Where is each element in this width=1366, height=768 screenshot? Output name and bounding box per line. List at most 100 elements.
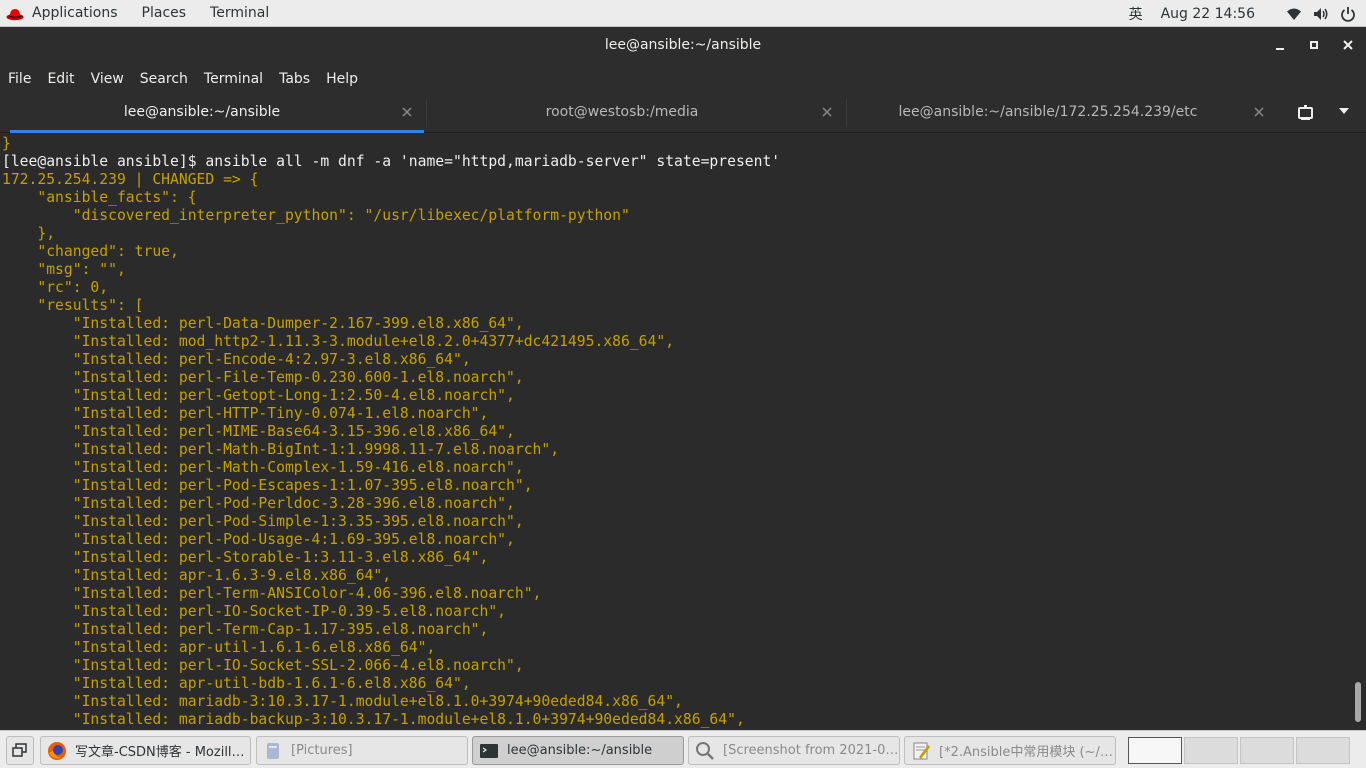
scrollbar-thumb[interactable] (1355, 682, 1361, 722)
menu-search[interactable]: Search (140, 71, 188, 87)
terminal-line: "Installed: perl-Math-BigInt-1:1.9998.11… (2, 441, 560, 458)
image-viewer-icon (696, 741, 714, 760)
minimize-button[interactable] (1272, 37, 1288, 53)
terminal-line: "Installed: mariadb-3:10.3.17-1.module+e… (2, 693, 683, 710)
taskbar-pictures[interactable]: [Pictures] (256, 736, 468, 765)
terminal-scrollbar[interactable] (1353, 133, 1363, 730)
terminal-line: "Installed: perl-Math-Complex-1.59-416.e… (2, 459, 524, 476)
taskbar-label: [Pictures] (291, 743, 353, 758)
taskbar-text-editor[interactable]: [*2.Ansible中常用模块 (~/D... (904, 736, 1116, 765)
minimize-icon (1276, 48, 1284, 50)
applications-menu[interactable]: Applications (0, 0, 142, 27)
terminal-app-menu[interactable]: Terminal (210, 0, 269, 27)
volume-icon[interactable] (1313, 6, 1329, 22)
window-title: lee@ansible:~/ansible (604, 37, 762, 53)
input-method-indicator[interactable]: 英 (1129, 4, 1143, 24)
terminal-line: "Installed: perl-Pod-Simple-1:3.35-395.e… (2, 513, 524, 530)
tab-separator (846, 99, 847, 127)
tab-separator (426, 99, 427, 127)
terminal-line: "Installed: perl-Encode-4:2.97-3.el8.x86… (2, 351, 471, 368)
terminal-line: "discovered_interpreter_python": "/usr/l… (2, 207, 630, 224)
terminal-line: "Installed: perl-File-Temp-0.230.600-1.e… (2, 369, 524, 386)
tab-list-dropdown[interactable] (1336, 103, 1352, 123)
menu-view[interactable]: View (91, 71, 124, 87)
folder-icon (267, 742, 279, 759)
menu-file[interactable]: File (8, 71, 31, 87)
terminal-line: "Installed: apr-util-bdb-1.6.1-6.el8.x86… (2, 675, 471, 692)
tab-bar: lee@ansible:~/ansible root@westosb:/medi… (0, 93, 1366, 133)
terminal-line: "Installed: perl-Term-ANSIColor-4.06-396… (2, 585, 542, 602)
taskbar-screenshot[interactable]: [Screenshot from 2021-08... (688, 736, 900, 765)
terminal-line: } (2, 135, 11, 152)
terminal-line: 172.25.254.239 | CHANGED => { (2, 171, 259, 188)
menu-edit[interactable]: Edit (47, 71, 74, 87)
terminal-line: "Installed: perl-Pod-Usage-4:1.69-395.el… (2, 531, 515, 548)
taskbar-label: [*2.Ansible中常用模块 (~/D... (939, 745, 1115, 760)
tab-close-button[interactable] (822, 93, 832, 131)
tab-lee-ansible[interactable]: lee@ansible:~/ansible (10, 93, 424, 133)
bottom-panel: 写文章-CSDN博客 - Mozilla... [Pictures] lee@a… (0, 730, 1366, 768)
new-tab-icon (1298, 105, 1313, 120)
taskbar-terminal[interactable]: lee@ansible:~/ansible (472, 736, 684, 765)
text-editor-icon (913, 742, 930, 759)
terminal-icon (480, 743, 498, 758)
show-desktop-button[interactable] (6, 736, 34, 765)
redhat-icon (6, 8, 24, 20)
terminal-line: [lee@ansible ansible]$ ansible all -m dn… (2, 153, 781, 170)
top-panel: Applications Places Terminal 英 Aug 22 14… (0, 0, 1366, 27)
chevron-down-icon (1339, 108, 1349, 114)
workspace-1[interactable] (1128, 737, 1182, 764)
terminal-line: "Installed: perl-Term-Cap-1.17-395.el8.n… (2, 621, 489, 638)
close-icon (1343, 40, 1353, 50)
close-window-button[interactable] (1340, 37, 1356, 53)
tab-label: lee@ansible:~/ansible/172.25.254.239/etc (898, 104, 1198, 120)
terminal-line: "ansible_facts": { (2, 189, 197, 206)
terminal-line: "Installed: mariadb-backup-3:10.3.17-1.m… (2, 711, 745, 728)
clock[interactable]: Aug 22 14:56 (1161, 6, 1255, 22)
close-icon (402, 107, 412, 117)
terminal-line: "Installed: mod_http2-1.11.3-3.module+el… (2, 333, 675, 350)
workspace-3[interactable] (1240, 737, 1294, 764)
terminal-line: "Installed: apr-util-1.6.1-6.el8.x86_64"… (2, 639, 436, 656)
taskbar-label: lee@ansible:~/ansible (507, 743, 653, 758)
firefox-icon (48, 741, 66, 760)
power-icon[interactable] (1340, 6, 1356, 22)
terminal-line: "Installed: perl-Data-Dumper-2.167-399.e… (2, 315, 524, 332)
terminal-output: } [lee@ansible ansible]$ ansible all -m d… (2, 135, 1350, 729)
close-icon (822, 107, 832, 117)
taskbar-label: 写文章-CSDN博客 - Mozilla... (75, 745, 250, 760)
places-menu[interactable]: Places (142, 0, 187, 27)
terminal-line: "Installed: perl-Pod-Perldoc-3.28-396.el… (2, 495, 515, 512)
terminal-line: "Installed: apr-1.6.3-9.el8.x86_64", (2, 567, 392, 584)
terminal-line: "msg": "", (2, 261, 126, 278)
close-icon (1254, 107, 1264, 117)
new-tab-button[interactable] (1296, 103, 1316, 123)
menu-help[interactable]: Help (326, 71, 358, 87)
tab-lee-ansible-etc[interactable]: lee@ansible:~/ansible/172.25.254.239/etc (850, 93, 1276, 133)
tab-root-westosb[interactable]: root@westosb:/media (430, 93, 844, 133)
menu-tabs[interactable]: Tabs (279, 71, 310, 87)
wifi-icon[interactable] (1286, 6, 1302, 22)
tab-label: root@westosb:/media (545, 104, 699, 120)
terminal-line: "results": [ (2, 297, 144, 314)
terminal-line: "changed": true, (2, 243, 179, 260)
terminal-line: "Installed: perl-Storable-1:3.11-3.el8.x… (2, 549, 489, 566)
menu-terminal[interactable]: Terminal (204, 71, 263, 87)
menubar: File Edit View Search Terminal Tabs Help (0, 64, 1366, 93)
terminal-line: }, (2, 225, 56, 242)
tab-close-button[interactable] (402, 93, 412, 131)
window-titlebar[interactable]: lee@ansible:~/ansible (0, 27, 1366, 64)
terminal-line: "Installed: perl-IO-Socket-IP-0.39-5.el8… (2, 603, 507, 620)
terminal-line: "Installed: perl-IO-Socket-SSL-2.066-4.e… (2, 657, 524, 674)
taskbar-firefox[interactable]: 写文章-CSDN博客 - Mozilla... (40, 736, 251, 765)
terminal-view[interactable]: } [lee@ansible ansible]$ ansible all -m d… (0, 133, 1366, 730)
show-desktop-icon (12, 743, 27, 757)
terminal-line: "Installed: perl-Pod-Escapes-1:1.07-395.… (2, 477, 533, 494)
terminal-line: "Installed: perl-MIME-Base64-3.15-396.el… (2, 423, 515, 440)
tab-close-button[interactable] (1254, 93, 1264, 131)
workspace-4[interactable] (1296, 737, 1350, 764)
maximize-icon (1310, 41, 1318, 49)
maximize-button[interactable] (1306, 37, 1322, 53)
applications-label: Applications (32, 5, 118, 21)
workspace-2[interactable] (1184, 737, 1238, 764)
